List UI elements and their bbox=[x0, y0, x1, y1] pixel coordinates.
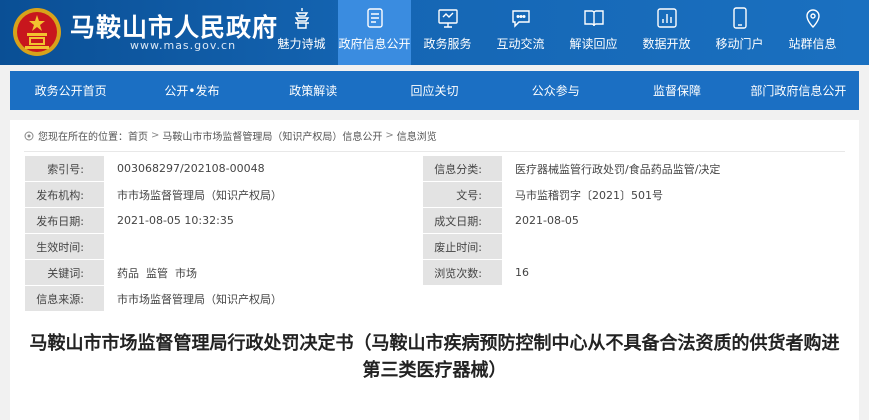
subnav: 政务公开首页 公开•发布 政策解读 回应关切 公众参与 监督保障 部门政府信息公… bbox=[10, 71, 859, 110]
value-doc-number: 马市监稽罚字〔2021〕501号 bbox=[502, 181, 821, 208]
table-row: 发布日期: 2021-08-05 10:32:35 成文日期: 2021-08-… bbox=[24, 207, 821, 234]
value-index-no: 003068297/202108-00048 bbox=[104, 155, 423, 182]
breadcrumb-dept-link[interactable]: 马鞍山市市场监督管理局（知识产权局）信息公开 bbox=[162, 128, 382, 143]
nav-item-charm-city[interactable]: 魅力诗城 bbox=[265, 0, 338, 65]
subnav-item-supervision[interactable]: 监督保障 bbox=[616, 82, 737, 99]
label-publish-date: 发布日期: bbox=[24, 207, 105, 234]
label-effective-time: 生效时间: bbox=[24, 233, 105, 260]
label-repeal-time: 废止时间: bbox=[422, 233, 503, 260]
label-source: 信息来源: bbox=[24, 285, 105, 312]
chat-icon bbox=[511, 10, 530, 28]
subnav-item-home[interactable]: 政务公开首页 bbox=[10, 82, 131, 99]
nav-label: 政府信息公开 bbox=[338, 37, 411, 51]
value-repeal-time bbox=[502, 233, 821, 260]
breadcrumb-current[interactable]: 信息浏览 bbox=[397, 128, 437, 143]
subnav-item-department[interactable]: 部门政府信息公开 bbox=[738, 82, 859, 99]
value-publisher: 市市场监督管理局（知识产权局） bbox=[104, 181, 423, 208]
location-icon bbox=[24, 131, 34, 140]
main-nav: 魅力诗城 政府信息公开 政务服务 互动交流 解读回应 数据开放 移动门户 站群信… bbox=[265, 0, 849, 65]
value-source: 市市场监督管理局（知识产权局） bbox=[104, 285, 423, 312]
table-row: 索引号: 003068297/202108-00048 信息分类: 医疗器械监管… bbox=[24, 155, 821, 182]
nav-label: 魅力诗城 bbox=[277, 37, 326, 51]
site-header: 马鞍山市人民政府 www.mas.gov.cn 魅力诗城 政府信息公开 政务服务… bbox=[0, 0, 869, 65]
mobile-icon bbox=[732, 7, 747, 29]
book-icon bbox=[583, 10, 604, 27]
breadcrumb-separator: > bbox=[385, 130, 394, 141]
document-title: 马鞍山市市场监督管理局行政处罚决定书（马鞍山市疾病预防控制中心从不具备合法资质的… bbox=[29, 333, 840, 381]
breadcrumb-prefix: 您现在所在的位置： bbox=[38, 132, 128, 143]
nav-label: 站群信息 bbox=[788, 37, 837, 51]
subnav-item-policy[interactable]: 政策解读 bbox=[253, 82, 374, 99]
nav-label: 解读回应 bbox=[569, 37, 618, 51]
breadcrumb-separator: > bbox=[151, 130, 160, 141]
nav-item-gov-info[interactable]: 政府信息公开 bbox=[338, 0, 411, 65]
table-row: 关键词: 药品 监管 市场 浏览次数: 16 bbox=[24, 259, 821, 286]
label-publisher: 发布机构: bbox=[24, 181, 105, 208]
nav-label: 政务服务 bbox=[423, 37, 472, 51]
nav-item-mobile[interactable]: 移动门户 bbox=[703, 0, 776, 65]
table-row: 信息来源: 市市场监督管理局（知识产权局） bbox=[24, 285, 821, 312]
nav-label: 移动门户 bbox=[715, 37, 764, 51]
label-index-no: 索引号: bbox=[24, 155, 105, 182]
value-publish-date: 2021-08-05 10:32:35 bbox=[104, 207, 423, 234]
breadcrumb-home-link[interactable]: 首页 bbox=[128, 128, 148, 143]
info-meta-table: 索引号: 003068297/202108-00048 信息分类: 医疗器械监管… bbox=[24, 155, 821, 312]
nav-item-open-data[interactable]: 数据开放 bbox=[630, 0, 703, 65]
table-row: 发布机构: 市市场监督管理局（知识产权局） 文号: 马市监稽罚字〔2021〕50… bbox=[24, 181, 821, 208]
bar-chart-icon bbox=[656, 8, 677, 28]
nav-item-site-group[interactable]: 站群信息 bbox=[776, 0, 849, 65]
location-pin-icon bbox=[805, 9, 820, 28]
value-keywords: 药品 监管 市场 bbox=[104, 259, 423, 286]
site-url: www.mas.gov.cn bbox=[130, 39, 237, 52]
nav-item-interpretation[interactable]: 解读回应 bbox=[557, 0, 630, 65]
nav-label: 数据开放 bbox=[642, 37, 691, 51]
subnav-item-publish[interactable]: 公开•发布 bbox=[131, 82, 252, 99]
breadcrumb: 您现在所在的位置： 首页 > 马鞍山市市场监督管理局（知识产权局）信息公开 > … bbox=[24, 120, 845, 152]
nav-label: 互动交流 bbox=[496, 37, 545, 51]
nav-item-gov-service[interactable]: 政务服务 bbox=[411, 0, 484, 65]
subnav-wrapper: 政务公开首页 公开•发布 政策解读 回应关切 公众参与 监督保障 部门政府信息公… bbox=[0, 65, 869, 110]
value-written-date: 2021-08-05 bbox=[502, 207, 821, 234]
document-icon bbox=[366, 8, 383, 28]
label-keywords: 关键词: bbox=[24, 259, 105, 286]
value-view-count: 16 bbox=[502, 259, 821, 286]
content-panel: 您现在所在的位置： 首页 > 马鞍山市市场监督管理局（知识产权局）信息公开 > … bbox=[10, 120, 859, 420]
subnav-item-participation[interactable]: 公众参与 bbox=[495, 82, 616, 99]
nav-item-interaction[interactable]: 互动交流 bbox=[484, 0, 557, 65]
monitor-icon bbox=[437, 9, 458, 28]
label-view-count: 浏览次数: bbox=[422, 259, 503, 286]
label-written-date: 成文日期: bbox=[422, 207, 503, 234]
label-doc-number: 文号: bbox=[422, 181, 503, 208]
pagoda-icon bbox=[294, 8, 309, 29]
table-row: 生效时间: 废止时间: bbox=[24, 233, 821, 260]
national-emblem-icon[interactable] bbox=[12, 6, 62, 58]
label-category: 信息分类: bbox=[422, 155, 503, 182]
subnav-item-response[interactable]: 回应关切 bbox=[374, 82, 495, 99]
value-effective-time bbox=[104, 233, 423, 260]
value-category: 医疗器械监管行政处罚/食品药品监管/决定 bbox=[502, 155, 821, 182]
empty-cell bbox=[502, 285, 821, 312]
empty-cell bbox=[422, 285, 503, 312]
